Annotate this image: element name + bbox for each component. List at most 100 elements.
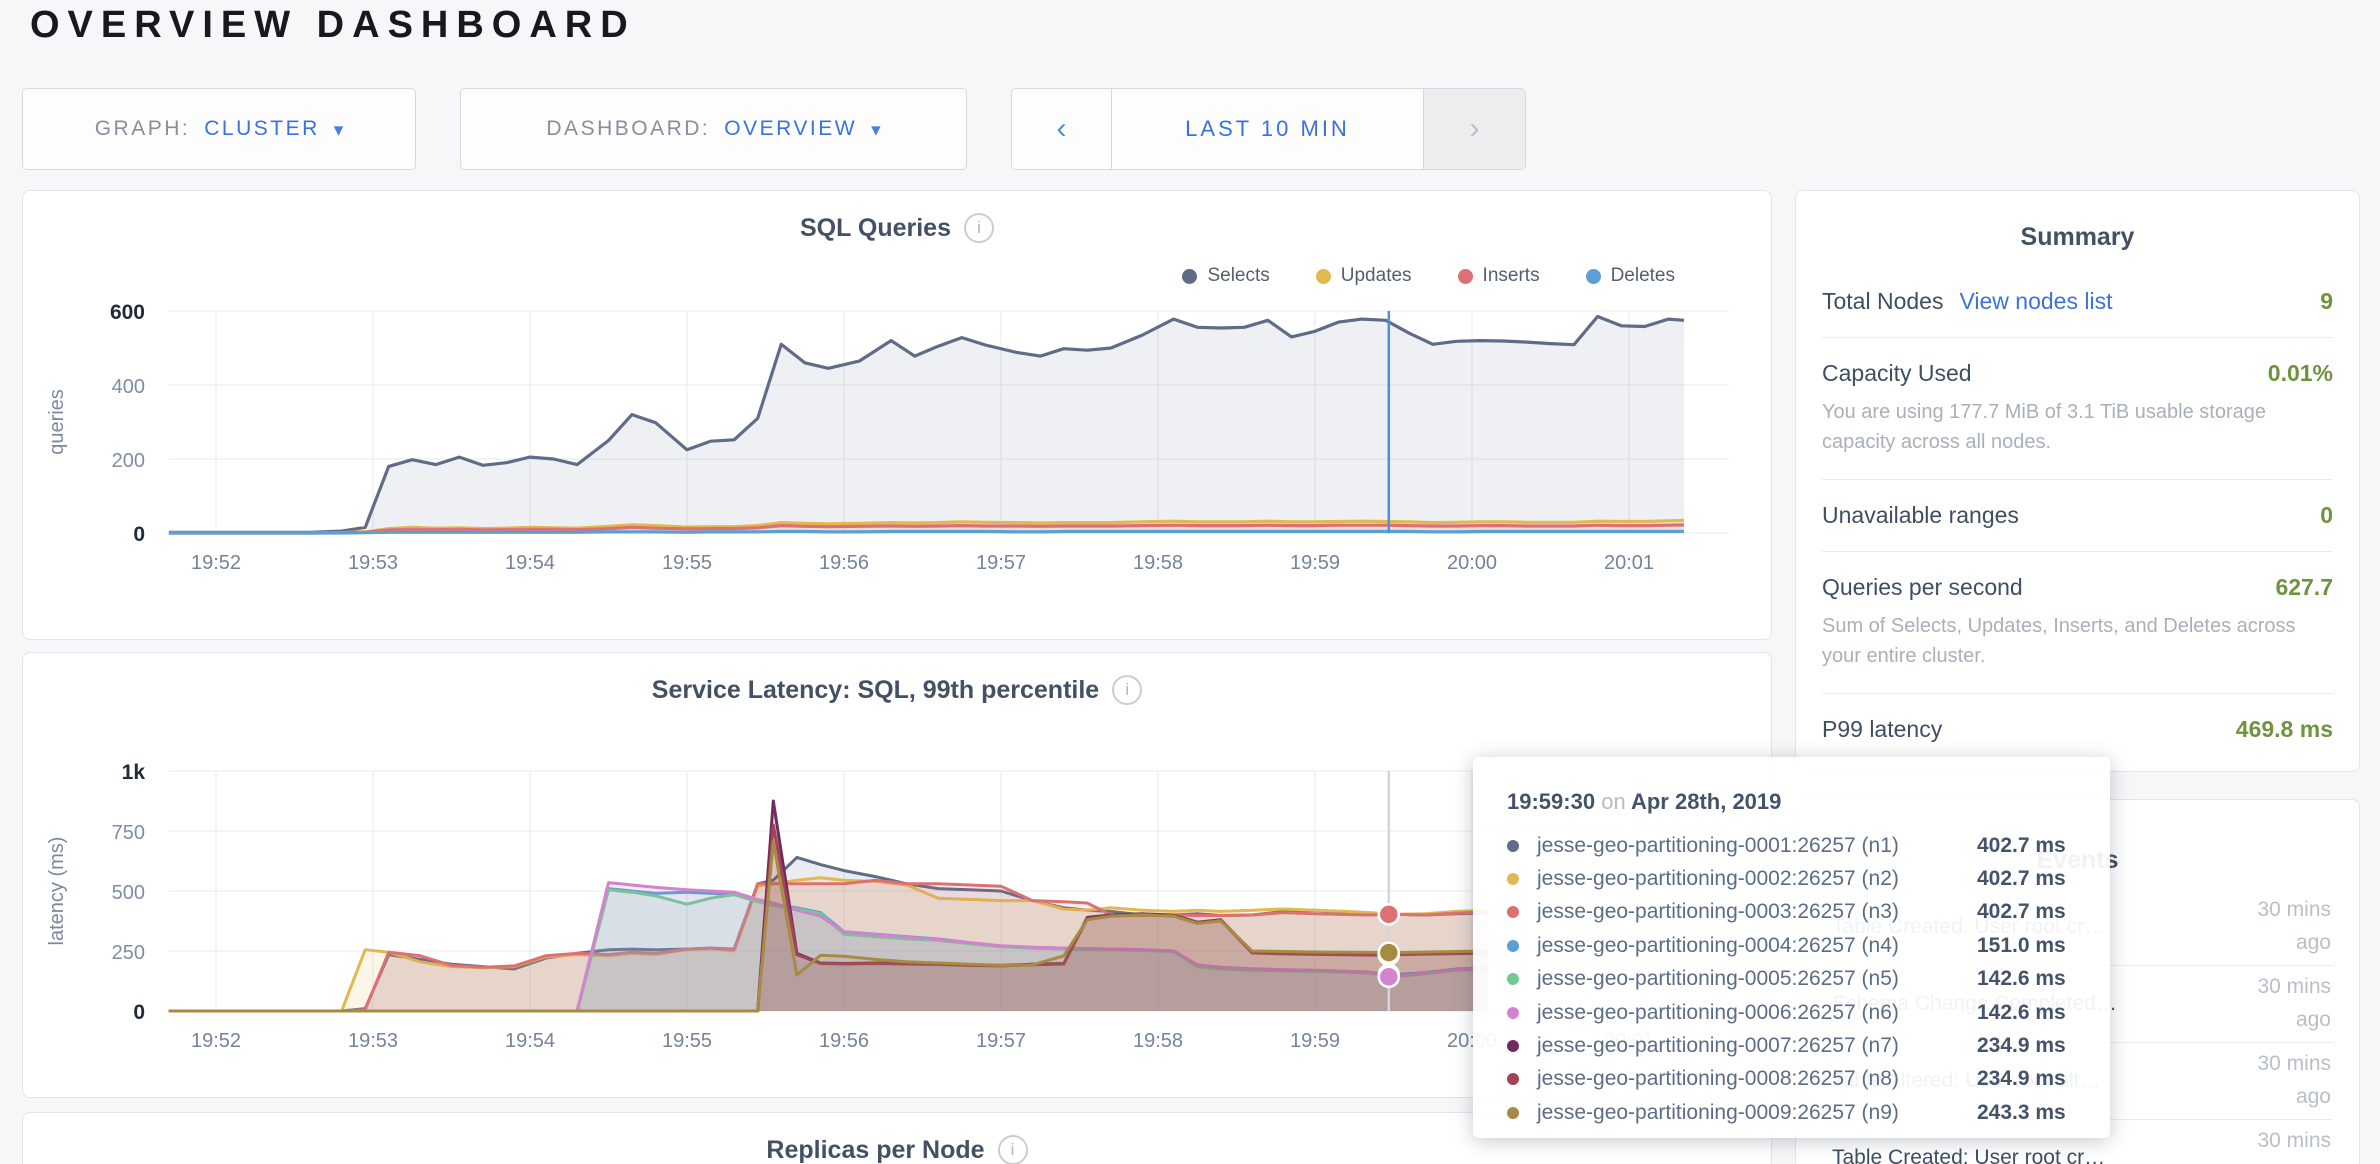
summary-row-capacity: Capacity Used 0.01% You are using 177.7 … <box>1822 338 2333 480</box>
tooltip-node-name: jesse-geo-partitioning-0009:26257 (n9) <box>1537 1101 1977 1125</box>
series-dot-icon <box>1507 873 1519 885</box>
series-dot-icon <box>1507 1073 1519 1085</box>
info-icon[interactable]: i <box>998 1135 1028 1164</box>
chevron-down-icon: ▾ <box>334 119 344 142</box>
tooltip-row: jesse-geo-partitioning-0008:26257 (n8)23… <box>1507 1063 2076 1096</box>
tooltip-node-value: 234.9 ms <box>1977 1067 2066 1091</box>
p99-latency-value: 469.8 ms <box>2236 716 2333 743</box>
svg-text:20:01: 20:01 <box>1604 552 1654 574</box>
replicas-header: Replicas per Node i <box>23 1135 1771 1164</box>
tooltip-node-value: 142.6 ms <box>1977 967 2066 991</box>
svg-text:19:56: 19:56 <box>819 1030 869 1052</box>
graph-dropdown[interactable]: GRAPH: CLUSTER ▾ <box>22 88 416 170</box>
tooltip-preposition: on <box>1601 789 1625 814</box>
tooltip-node-name: jesse-geo-partitioning-0005:26257 (n5) <box>1537 967 1977 991</box>
dashboard-controls: GRAPH: CLUSTER ▾ DASHBOARD: OVERVIEW ▾ ‹… <box>22 88 1526 170</box>
tooltip-node-value: 402.7 ms <box>1977 900 2066 924</box>
time-range-label[interactable]: LAST 10 MIN <box>1111 89 1424 169</box>
svg-text:19:53: 19:53 <box>348 552 398 574</box>
svg-text:19:52: 19:52 <box>191 1030 241 1052</box>
svg-text:600: 600 <box>110 301 145 324</box>
series-dot-icon <box>1507 906 1519 918</box>
tooltip-node-value: 142.6 ms <box>1977 1001 2066 1025</box>
summary-row-qps: Queries per second 627.7 Sum of Selects,… <box>1822 552 2333 694</box>
svg-text:19:59: 19:59 <box>1290 1030 1340 1052</box>
svg-text:latency (ms): latency (ms) <box>46 837 68 946</box>
tooltip-node-value: 402.7 ms <box>1977 867 2066 891</box>
summary-row-p99: P99 latency 469.8 ms <box>1822 694 2333 765</box>
unavailable-ranges-label: Unavailable ranges <box>1822 502 2019 529</box>
svg-text:19:54: 19:54 <box>505 1030 555 1052</box>
svg-text:200: 200 <box>112 450 145 472</box>
svg-text:19:58: 19:58 <box>1133 1030 1183 1052</box>
p99-latency-label: P99 latency <box>1822 716 1942 743</box>
tooltip-rows: jesse-geo-partitioning-0001:26257 (n1)40… <box>1507 829 2076 1130</box>
svg-text:500: 500 <box>112 882 145 904</box>
graph-dropdown-value: CLUSTER <box>204 117 320 141</box>
svg-text:19:55: 19:55 <box>662 552 712 574</box>
time-prev-button[interactable]: ‹ <box>1012 89 1111 169</box>
svg-text:19:56: 19:56 <box>819 552 869 574</box>
svg-text:19:58: 19:58 <box>1133 552 1183 574</box>
series-dot-icon <box>1507 973 1519 985</box>
svg-text:19:52: 19:52 <box>191 552 241 574</box>
tooltip-row: jesse-geo-partitioning-0001:26257 (n1)40… <box>1507 829 2076 862</box>
qps-label: Queries per second <box>1822 574 2023 601</box>
total-nodes-label: Total Nodes <box>1822 288 1943 315</box>
tooltip-node-name: jesse-geo-partitioning-0001:26257 (n1) <box>1537 834 1977 858</box>
tooltip-timestamp: 19:59:30 on Apr 28th, 2019 <box>1507 789 2076 815</box>
replicas-title: Replicas per Node <box>766 1136 984 1164</box>
svg-text:0: 0 <box>133 1001 145 1024</box>
svg-text:19:54: 19:54 <box>505 552 555 574</box>
svg-text:19:53: 19:53 <box>348 1030 398 1052</box>
capacity-used-description: You are using 177.7 MiB of 3.1 TiB usabl… <box>1822 397 2333 457</box>
tooltip-node-value: 243.3 ms <box>1977 1101 2066 1125</box>
svg-text:19:57: 19:57 <box>976 1030 1026 1052</box>
tooltip-node-name: jesse-geo-partitioning-0006:26257 (n6) <box>1537 1001 1977 1025</box>
overview-dashboard-page: OVERVIEW DASHBOARD GRAPH: CLUSTER ▾ DASH… <box>0 0 2380 1164</box>
event-time: 30 mins ago <box>2231 1125 2331 1164</box>
svg-text:19:57: 19:57 <box>976 552 1026 574</box>
qps-value: 627.7 <box>2275 574 2333 601</box>
series-dot-icon <box>1507 1007 1519 1019</box>
graph-dropdown-label: GRAPH: <box>95 117 191 141</box>
summary-row-unavailable-ranges: Unavailable ranges 0 <box>1822 480 2333 552</box>
qps-description: Sum of Selects, Updates, Inserts, and De… <box>1822 611 2333 671</box>
event-message: Table Created: User root cr… <box>1832 1146 2105 1164</box>
tooltip-row: jesse-geo-partitioning-0005:26257 (n5)14… <box>1507 963 2076 996</box>
series-dot-icon <box>1507 1040 1519 1052</box>
time-range-selector: ‹ LAST 10 MIN › <box>1011 88 1526 170</box>
series-dot-icon <box>1507 940 1519 952</box>
event-time: 30 mins ago <box>2231 1048 2331 1113</box>
unavailable-ranges-value: 0 <box>2320 502 2333 529</box>
tooltip-node-name: jesse-geo-partitioning-0002:26257 (n2) <box>1537 867 1977 891</box>
sql-queries-panel: SQL Queries i SelectsUpdatesInsertsDelet… <box>22 190 1772 640</box>
svg-text:19:55: 19:55 <box>662 1030 712 1052</box>
svg-text:400: 400 <box>112 376 145 398</box>
svg-text:250: 250 <box>112 942 145 964</box>
tooltip-node-value: 151.0 ms <box>1977 934 2066 958</box>
svg-text:750: 750 <box>112 822 145 844</box>
tooltip-node-name: jesse-geo-partitioning-0003:26257 (n3) <box>1537 900 1977 924</box>
sql-queries-chart[interactable]: 19:52 19:53 19:54 19:55 19:56 19:57 19:58 19:59… <box>23 191 1773 641</box>
tooltip-node-value: 402.7 ms <box>1977 834 2066 858</box>
summary-panel: Summary Total Nodes View nodes list 9 Ca… <box>1795 190 2360 772</box>
svg-text:1k: 1k <box>122 761 146 784</box>
event-time: 30 mins ago <box>2231 894 2331 959</box>
tooltip-node-name: jesse-geo-partitioning-0008:26257 (n8) <box>1537 1067 1977 1091</box>
svg-text:0: 0 <box>133 523 145 546</box>
tooltip-row: jesse-geo-partitioning-0003:26257 (n3)40… <box>1507 896 2076 929</box>
capacity-used-label: Capacity Used <box>1822 360 1972 387</box>
tooltip-row: jesse-geo-partitioning-0009:26257 (n9)24… <box>1507 1096 2076 1129</box>
tooltip-time: 19:59:30 <box>1507 789 1595 814</box>
dashboard-dropdown-label: DASHBOARD: <box>546 117 710 141</box>
svg-text:19:59: 19:59 <box>1290 552 1340 574</box>
tooltip-row: jesse-geo-partitioning-0002:26257 (n2)40… <box>1507 862 2076 895</box>
tooltip-node-value: 234.9 ms <box>1977 1034 2066 1058</box>
dashboard-dropdown[interactable]: DASHBOARD: OVERVIEW ▾ <box>460 88 967 170</box>
series-dot-icon <box>1507 840 1519 852</box>
view-nodes-list-link[interactable]: View nodes list <box>1959 288 2112 315</box>
series-dot-icon <box>1507 1107 1519 1119</box>
time-next-button[interactable]: › <box>1424 89 1525 169</box>
chart-hover-tooltip: 19:59:30 on Apr 28th, 2019 jesse-geo-par… <box>1473 757 2110 1138</box>
